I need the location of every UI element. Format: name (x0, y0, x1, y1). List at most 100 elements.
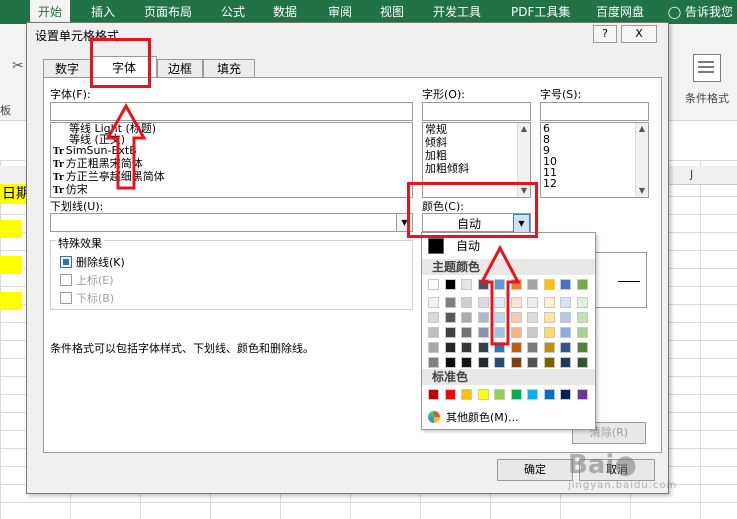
standard-color-swatch[interactable] (510, 389, 522, 400)
theme-shade-swatch[interactable] (576, 342, 588, 353)
standard-color-swatch[interactable] (560, 389, 571, 400)
font-style-input[interactable] (422, 102, 531, 121)
theme-shade-swatch[interactable] (560, 357, 571, 368)
theme-shade-swatch[interactable] (444, 297, 456, 308)
theme-shade-swatch[interactable] (510, 357, 522, 368)
theme-shade-swatch[interactable] (560, 312, 571, 323)
help-button[interactable]: ? (593, 25, 617, 43)
theme-shade-swatch[interactable] (477, 357, 489, 368)
theme-shade-swatch[interactable] (576, 312, 588, 323)
theme-color-swatch[interactable] (527, 279, 538, 290)
tab-border[interactable]: 边框 (157, 59, 203, 78)
highlighted-cell[interactable] (0, 256, 22, 274)
theme-shade-swatch[interactable] (494, 357, 505, 368)
theme-shade-swatch[interactable] (527, 357, 538, 368)
theme-shade-swatch[interactable] (461, 327, 472, 338)
theme-shade-swatch[interactable] (527, 327, 538, 338)
list-item[interactable]: 常规 (423, 123, 530, 136)
subscript-checkbox[interactable]: 下标(B) (60, 290, 114, 306)
highlighted-cell[interactable] (0, 292, 22, 310)
list-item[interactable]: 8 (541, 134, 648, 145)
theme-shade-swatch[interactable] (576, 357, 588, 368)
theme-shade-swatch[interactable] (543, 312, 555, 323)
theme-shade-swatch[interactable] (444, 327, 456, 338)
ribbon-tab-home[interactable]: 开始 (30, 0, 71, 24)
theme-shade-swatch[interactable] (461, 357, 472, 368)
theme-shade-swatch[interactable] (461, 312, 472, 323)
theme-shade-swatch[interactable] (560, 327, 571, 338)
standard-color-swatch[interactable] (527, 389, 538, 400)
standard-color-swatch[interactable] (444, 389, 456, 400)
theme-shade-swatch[interactable] (543, 357, 555, 368)
ribbon-tab-pdf-tools[interactable]: PDF工具集 (503, 0, 578, 24)
standard-color-swatch[interactable] (576, 389, 588, 400)
ribbon-tab-data[interactable]: 数据 (265, 0, 305, 24)
theme-shade-swatch[interactable] (543, 297, 555, 308)
list-item[interactable]: 加粗 (423, 149, 530, 162)
list-item[interactable]: 11 (541, 167, 648, 178)
theme-shade-swatch[interactable] (576, 327, 588, 338)
font-size-scrollbar[interactable]: ▲ ▼ (635, 123, 648, 197)
scroll-up-icon[interactable]: ▲ (518, 123, 530, 135)
strikethrough-checkbox[interactable]: 删除线(K) (60, 254, 125, 270)
theme-shade-swatch[interactable] (428, 342, 439, 353)
standard-color-swatch[interactable] (494, 389, 505, 400)
more-colors-option[interactable]: 其他颜色(M)... (428, 409, 519, 425)
theme-shade-swatch[interactable] (560, 342, 571, 353)
highlighted-cell[interactable] (0, 220, 22, 238)
theme-shade-swatch[interactable] (444, 342, 456, 353)
theme-shade-swatch[interactable] (543, 327, 555, 338)
theme-shade-swatch[interactable] (444, 312, 456, 323)
theme-shade-swatch[interactable] (428, 312, 439, 323)
tell-me-search[interactable]: ◯ 告诉我您 (668, 0, 737, 24)
theme-shade-swatch[interactable] (428, 327, 439, 338)
theme-shade-swatch[interactable] (461, 297, 472, 308)
theme-color-swatch[interactable] (461, 279, 472, 290)
standard-color-swatch[interactable] (428, 389, 439, 400)
list-item[interactable]: 加粗倾斜 (423, 162, 530, 175)
ribbon-tab-formulas[interactable]: 公式 (213, 0, 253, 24)
theme-color-swatch[interactable] (576, 279, 588, 290)
theme-shade-swatch[interactable] (444, 357, 456, 368)
theme-shade-swatch[interactable] (527, 342, 538, 353)
theme-shade-swatch[interactable] (543, 342, 555, 353)
standard-color-swatch[interactable] (477, 389, 489, 400)
underline-dropdown[interactable]: ▼ (50, 213, 413, 232)
column-header-j[interactable]: J (690, 168, 693, 181)
list-item[interactable]: 10 (541, 156, 648, 167)
ribbon-tab-review[interactable]: 审阅 (320, 0, 360, 24)
font-size-input[interactable] (540, 102, 649, 121)
list-item[interactable]: 6 (541, 123, 648, 134)
theme-shade-swatch[interactable] (428, 297, 439, 308)
conditional-format-button[interactable]: 条件格式 (678, 54, 736, 114)
ok-button[interactable]: 确定 (497, 459, 573, 481)
font-size-list[interactable]: 6 8 9 10 11 12 ▲ ▼ (540, 122, 649, 198)
theme-shade-swatch[interactable] (428, 357, 439, 368)
theme-shade-swatch[interactable] (560, 297, 571, 308)
close-button[interactable]: X (621, 25, 657, 43)
list-item[interactable]: 倾斜 (423, 136, 530, 149)
standard-color-swatch[interactable] (461, 389, 472, 400)
tab-fill[interactable]: 填充 (203, 59, 255, 78)
ribbon-tab-page-layout[interactable]: 页面布局 (136, 0, 200, 24)
list-item[interactable]: 12 (541, 178, 648, 189)
tab-number[interactable]: 数字 (43, 59, 91, 78)
scissors-icon[interactable]: ✂ (12, 58, 24, 74)
scroll-up-icon[interactable]: ▲ (636, 123, 648, 135)
theme-color-swatch[interactable] (444, 279, 456, 290)
theme-color-swatch[interactable] (543, 279, 555, 290)
theme-shade-swatch[interactable] (461, 342, 472, 353)
ribbon-tab-insert[interactable]: 插入 (83, 0, 123, 24)
theme-color-swatch[interactable] (428, 279, 439, 290)
theme-color-swatch[interactable] (560, 279, 571, 290)
theme-shade-swatch[interactable] (527, 312, 538, 323)
theme-shade-swatch[interactable] (576, 297, 588, 308)
standard-color-swatch[interactable] (543, 389, 555, 400)
superscript-checkbox[interactable]: 上标(E) (60, 272, 114, 288)
ribbon-tab-view[interactable]: 视图 (372, 0, 412, 24)
scroll-down-icon[interactable]: ▼ (636, 185, 648, 197)
list-item[interactable]: 9 (541, 145, 648, 156)
ribbon-tab-developer[interactable]: 开发工具 (425, 0, 489, 24)
theme-shade-swatch[interactable] (527, 297, 538, 308)
ribbon-tab-baidu-netdisk[interactable]: 百度网盘 (588, 0, 652, 24)
